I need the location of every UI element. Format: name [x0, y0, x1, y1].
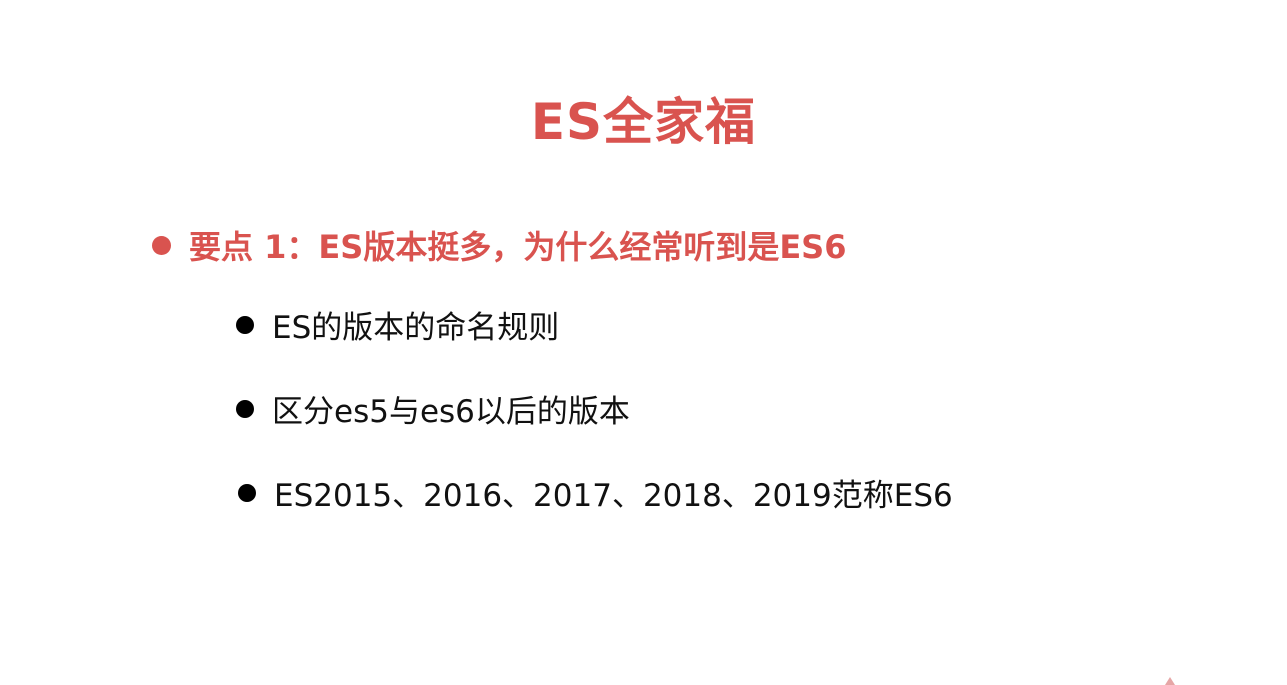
sub-point-naming-rule: ES的版本的命名规则 — [236, 302, 559, 347]
slide: ES全家福 要点 1：ES版本挺多，为什么经常听到是ES6 ES的版本的命名规则… — [0, 0, 1287, 685]
sub-point-text: 区分es5与es6以后的版本 — [272, 394, 630, 430]
sub-point-text: ES2015、2016、2017、2018、2019范称ES6 — [274, 478, 953, 514]
bullet-icon — [236, 315, 254, 334]
bullet-icon — [238, 483, 256, 502]
sub-point-text: ES的版本的命名规则 — [272, 310, 560, 346]
main-point-text: 要点 1：ES版本挺多，为什么经常听到是ES6 — [189, 228, 847, 266]
sub-point-es5-es6: 区分es5与es6以后的版本 — [236, 386, 630, 431]
slide-title: ES全家福 — [530, 93, 757, 151]
bullet-icon — [152, 235, 171, 255]
bullet-icon — [236, 399, 254, 418]
pointer-icon — [1165, 677, 1175, 685]
main-point: 要点 1：ES版本挺多，为什么经常听到是ES6 — [152, 222, 847, 268]
sub-point-es-years: ES2015、2016、2017、2018、2019范称ES6 — [238, 470, 953, 515]
